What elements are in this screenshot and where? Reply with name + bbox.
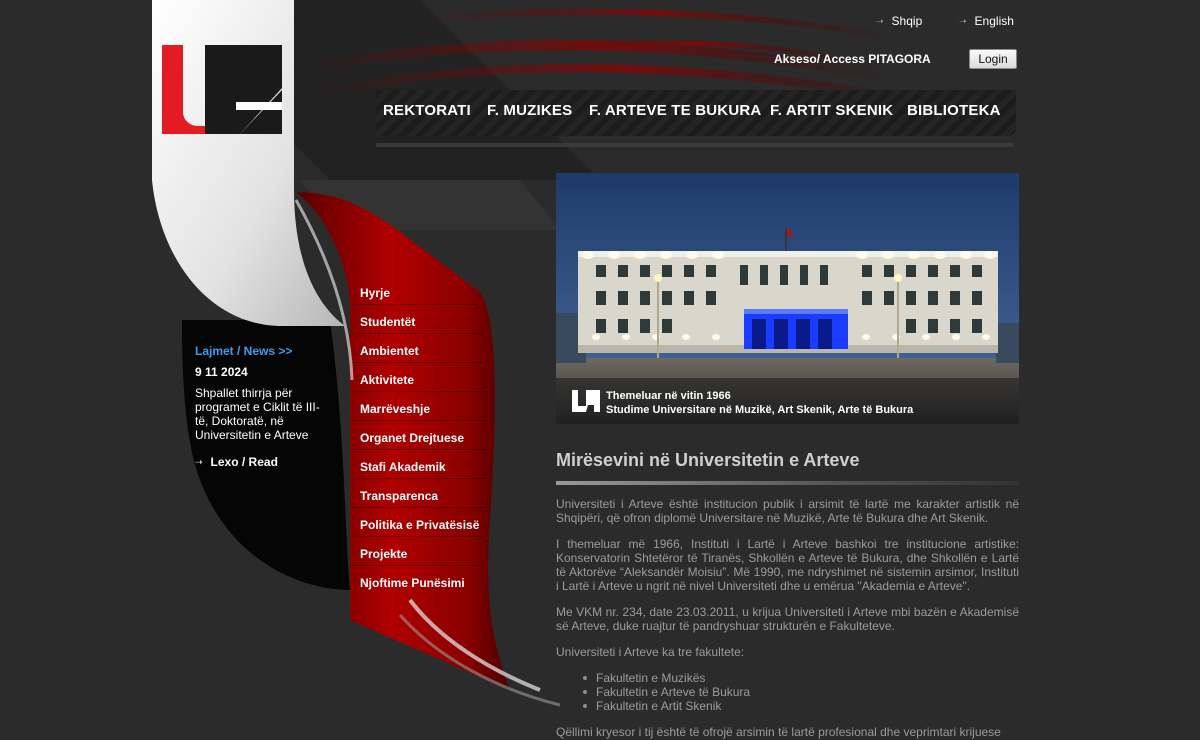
nav-divider [376, 143, 1014, 147]
university-building-photo [556, 173, 1019, 424]
list-item: Fakultetin e Arteve të Bukura [582, 685, 751, 699]
news-heading-link[interactable]: Lajmet / News >> [195, 344, 292, 358]
news-text: Shpallet thirrja për programet e Ciklit … [195, 386, 320, 442]
access-pitagora-label: Akseso/ Access PITAGORA [774, 52, 931, 66]
language-sq-link[interactable]: ➝ Shqip [876, 14, 922, 28]
side-item-transparenca[interactable]: Transparenca [360, 489, 438, 503]
side-item-organet-drejtuese[interactable]: Organet Drejtuese [360, 431, 464, 445]
paragraph-mission: Qëllimi kryesor i tij është të ofrojë ar… [556, 725, 1001, 739]
faculty-list: Fakultetin e Muzikës Fakultetin e Arteve… [582, 671, 751, 713]
side-item-stafi-akademik[interactable]: Stafi Akademik [360, 460, 446, 474]
hero-caption: Themeluar në vitin 1966 Studime Universi… [606, 389, 913, 417]
paragraph-vkm: Me VKM nr. 234, date 23.03.2011, u kriju… [556, 605, 1019, 633]
side-item-projekte[interactable]: Projekte [360, 547, 407, 561]
news-date: 9 11 2024 [195, 365, 248, 379]
side-item-politika-privatesise[interactable]: Politika e Privatësisë [360, 518, 479, 532]
page-title: Mirësevini në Universitetin e Arteve [556, 450, 860, 470]
nav-item-artit-skenik[interactable]: F. ARTIT SKENIK [770, 102, 893, 119]
side-item-studentet[interactable]: Studentët [360, 315, 415, 329]
list-item: Fakultetin e Artit Skenik [582, 699, 750, 713]
arrow-icon: ➝ [195, 456, 203, 467]
title-underline [556, 481, 1019, 485]
paragraph-intro: Universiteti i Arteve është institucion … [556, 497, 1019, 525]
list-item: Fakultetin e Muzikës [582, 671, 750, 685]
side-item-aktivitete[interactable]: Aktivitete [360, 373, 414, 387]
divider [352, 478, 486, 479]
side-item-ambientet[interactable]: Ambientet [360, 344, 419, 358]
arrow-icon: ➝ [876, 15, 884, 26]
nav-item-muzikes[interactable]: F. MUZIKES [487, 102, 572, 119]
hero-image [556, 173, 1019, 424]
divider [352, 304, 477, 305]
hero-caption-line1: Themeluar në vitin 1966 [606, 390, 731, 402]
nav-item-rektorati[interactable]: REKTORATI [383, 102, 471, 119]
divider [352, 507, 486, 508]
news-read-label: Lexo / Read [210, 455, 278, 469]
divider [352, 536, 484, 537]
news-read-link[interactable]: ➝ Lexo / Read [195, 455, 278, 469]
language-en-label: English [974, 14, 1014, 28]
arrow-icon: ➝ [959, 15, 967, 26]
main-navigation: REKTORATI F. MUZIKES F. ARTEVE TE BUKURA… [376, 90, 1016, 136]
side-item-hyrje[interactable]: Hyrje [360, 286, 390, 300]
divider [352, 391, 486, 392]
divider [352, 420, 486, 421]
language-sq-label: Shqip [891, 14, 923, 28]
university-logo[interactable] [162, 45, 282, 134]
divider [352, 333, 482, 334]
paragraph-faculties-intro: Universiteti i Arteve ka tre fakultete: [556, 645, 745, 659]
nav-item-biblioteka[interactable]: BIBLIOTEKA [907, 102, 1001, 119]
hero-caption-line2: Studime Universitare në Muzikë, Art Sken… [606, 404, 914, 416]
language-en-link[interactable]: ➝ English [959, 14, 1014, 28]
hero-logo-icon [572, 390, 600, 412]
side-item-njoftime-punesimi[interactable]: Njoftime Punësimi [360, 576, 465, 590]
divider [352, 565, 482, 566]
nav-item-arteve-te-bukura[interactable]: F. ARTEVE TE BUKURA [589, 102, 761, 119]
login-button[interactable]: Login [969, 49, 1017, 69]
divider [352, 362, 484, 363]
side-item-marreveshje[interactable]: Marrëveshje [360, 402, 430, 416]
divider [352, 449, 486, 450]
paragraph-history: I themeluar më 1966, Instituti i Lartë i… [556, 537, 1019, 593]
